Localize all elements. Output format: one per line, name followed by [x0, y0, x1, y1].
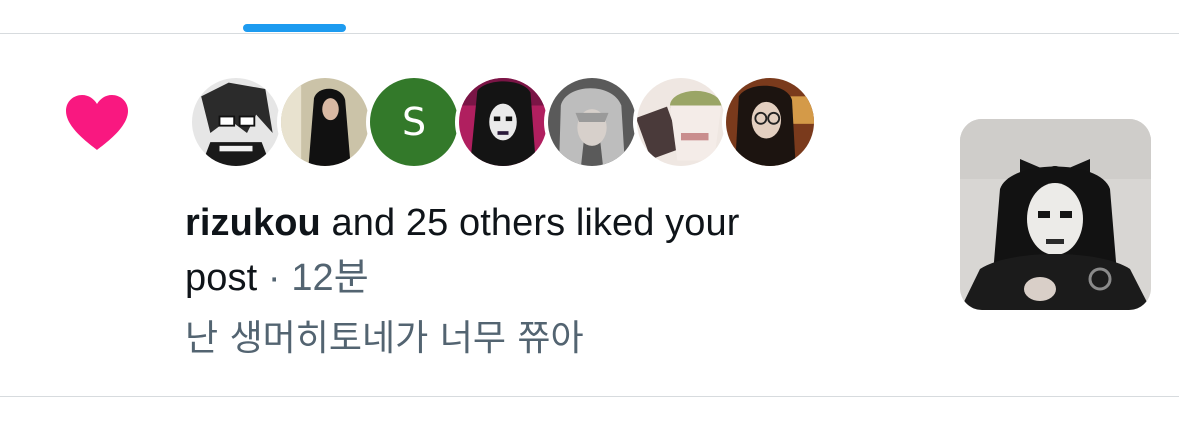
- post-thumbnail-image: [960, 119, 1151, 310]
- notification-summary-line2: post · 12분: [185, 251, 885, 306]
- active-tab-indicator: [243, 24, 346, 32]
- avatar[interactable]: [633, 74, 729, 170]
- post-thumbnail[interactable]: [960, 119, 1151, 310]
- action-text-line2: post: [185, 257, 258, 299]
- action-text: and 25 others liked your: [320, 202, 740, 244]
- avatar[interactable]: S: [366, 74, 462, 170]
- avatar[interactable]: [188, 74, 284, 170]
- avatar-image: [459, 78, 547, 166]
- avatar-image: [548, 78, 636, 166]
- post-snippet: 난 생머히토네가 너무 쮸아: [185, 318, 584, 359]
- avatar[interactable]: [277, 74, 373, 170]
- avatar-image: [192, 78, 280, 166]
- divider: [0, 396, 1179, 397]
- avatar-stack: S: [188, 74, 838, 170]
- username-link[interactable]: rizukou: [185, 202, 321, 244]
- avatar-image: [637, 78, 725, 166]
- avatar-image: [281, 78, 369, 166]
- avatar-image: [726, 78, 814, 166]
- avatar[interactable]: [722, 74, 818, 170]
- avatar-letter: S: [401, 100, 427, 144]
- like-notification[interactable]: S rizukou and 25 others liked your post …: [0, 34, 1179, 396]
- avatar[interactable]: [544, 74, 640, 170]
- avatar[interactable]: [455, 74, 551, 170]
- notification-text: rizukou and 25 others liked your post · …: [185, 196, 885, 364]
- heart-icon: [66, 95, 128, 150]
- separator: ·: [257, 257, 292, 299]
- timestamp: 12분: [291, 257, 369, 299]
- notification-summary: rizukou and 25 others liked your: [185, 196, 885, 251]
